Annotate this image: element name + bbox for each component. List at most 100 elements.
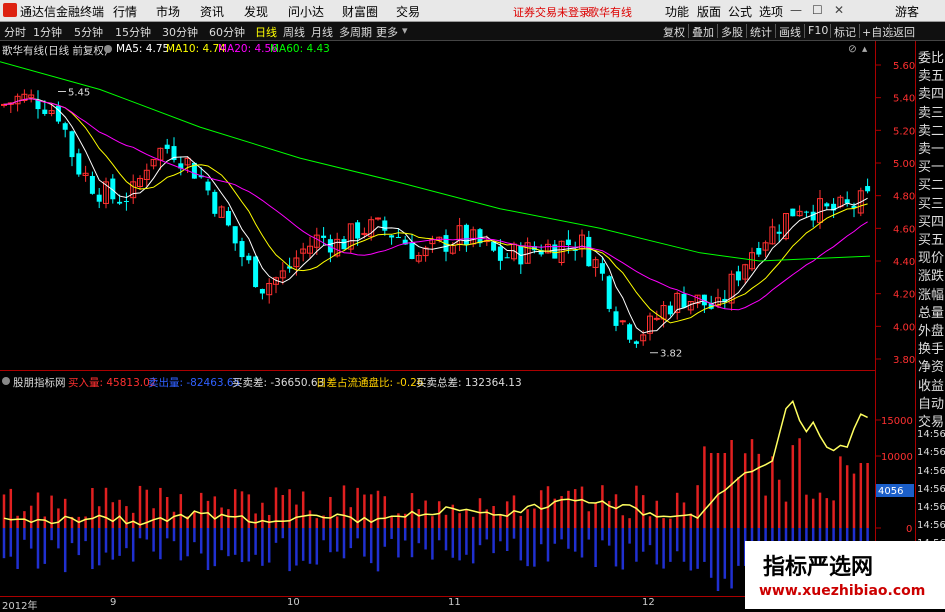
- candle-body: [790, 208, 796, 217]
- maximize-icon[interactable]: ☐: [812, 3, 823, 17]
- candle-body: [389, 235, 395, 238]
- period-week[interactable]: 周线: [283, 24, 305, 40]
- high-label: 5.45: [68, 88, 90, 99]
- side-item-0[interactable]: 委比: [918, 47, 944, 66]
- guest-label[interactable]: 游客: [895, 3, 919, 20]
- period-60min[interactable]: 60分钟: [209, 24, 245, 40]
- app-logo-icon: [3, 3, 17, 17]
- ma20-label: MA20: 4.56: [218, 43, 278, 55]
- candle-body: [803, 211, 809, 213]
- btn-huaxian[interactable]: 画线: [779, 24, 801, 40]
- candle-body: [62, 123, 68, 130]
- period-month[interactable]: 月线: [311, 24, 333, 40]
- menu-wenxiaoda[interactable]: 问小达: [288, 3, 324, 20]
- candle-body: [355, 222, 361, 239]
- side-item-3[interactable]: 卖三: [918, 102, 944, 121]
- candle-body: [810, 211, 816, 221]
- price-tick-label: 5.00: [893, 159, 915, 170]
- candle-body: [586, 236, 592, 267]
- side-item-1[interactable]: 卖五: [918, 65, 944, 84]
- indicator-total-label: 买卖总差: 132364.13: [416, 377, 522, 389]
- menu-faxian[interactable]: 发现: [244, 3, 268, 20]
- side-item-21[interactable]: 14:56: [917, 429, 945, 440]
- indicator-settings-icon[interactable]: [2, 375, 10, 387]
- side-item-5[interactable]: 卖一: [918, 138, 944, 157]
- candle-body: [232, 226, 238, 244]
- side-item-19[interactable]: 自动: [918, 393, 944, 412]
- side-item-11[interactable]: 现价: [918, 247, 944, 266]
- indicator-chart[interactable]: [0, 372, 875, 598]
- menu-caifuquan[interactable]: 财富圈: [342, 3, 378, 20]
- menu-gongneng[interactable]: 功能: [665, 3, 689, 20]
- period-1min[interactable]: 1分钟: [33, 24, 62, 40]
- minimize-icon[interactable]: —: [790, 3, 802, 17]
- menu-shichang[interactable]: 市场: [156, 3, 180, 20]
- btn-diejia[interactable]: 叠加: [692, 24, 714, 40]
- indicator-ratio-label: 日差占流通盘比: -0.26: [316, 377, 424, 389]
- period-5min[interactable]: 5分钟: [74, 24, 103, 40]
- btn-f10[interactable]: F10: [808, 24, 828, 37]
- btn-tongji[interactable]: 统计: [750, 24, 772, 40]
- date-label: 10: [287, 597, 300, 608]
- menu-gongshi[interactable]: 公式: [728, 3, 752, 20]
- period-fenshi[interactable]: 分时: [4, 24, 26, 40]
- kline-chart[interactable]: 5.45 3.82: [0, 41, 875, 371]
- side-item-2[interactable]: 卖四: [918, 83, 944, 102]
- side-item-25[interactable]: 14:56: [917, 502, 945, 513]
- candle-body: [239, 241, 245, 258]
- side-item-22[interactable]: 14:56: [917, 447, 945, 458]
- toolbar-divider: [775, 24, 776, 38]
- period-30min[interactable]: 30分钟: [162, 24, 198, 40]
- menu-hangqing[interactable]: 行情: [113, 3, 137, 20]
- side-item-14[interactable]: 总量: [918, 302, 944, 321]
- price-tick-label: 4.00: [893, 322, 915, 333]
- period-day[interactable]: 日线: [255, 24, 277, 40]
- side-item-16[interactable]: 换手: [918, 338, 944, 357]
- side-item-12[interactable]: 涨跌: [918, 265, 944, 284]
- side-item-7[interactable]: 买二: [918, 174, 944, 193]
- side-item-6[interactable]: 买一: [918, 156, 944, 175]
- app-name: 通达信金融终端: [20, 5, 105, 19]
- menu-banmian[interactable]: 版面: [697, 3, 721, 20]
- indicator-panel[interactable]: 股朋指标网 买入量: 45813.02 卖出量: -82463.65 买卖差: …: [0, 372, 875, 598]
- side-item-15[interactable]: 外盘: [918, 320, 944, 339]
- side-item-20[interactable]: 交易: [918, 411, 944, 430]
- menu-xuanxiang[interactable]: 选项: [759, 3, 783, 20]
- btn-biaoji[interactable]: 标记: [834, 24, 856, 40]
- date-label: 12: [642, 597, 655, 608]
- menu-jiaoyi[interactable]: 交易: [396, 3, 420, 20]
- ind-tick-label: 10000: [881, 452, 913, 463]
- period-more[interactable]: 更多: [376, 24, 398, 40]
- candle-body: [259, 288, 265, 294]
- period-multi[interactable]: 多周期: [339, 24, 372, 40]
- chart-menu-icon[interactable]: ▴: [862, 43, 867, 55]
- side-item-8[interactable]: 买三: [918, 193, 944, 212]
- side-item-23[interactable]: 14:56: [917, 466, 945, 477]
- btn-fuquan[interactable]: 复权: [663, 24, 685, 40]
- side-item-18[interactable]: 收益: [918, 375, 944, 394]
- chart-pin-icon[interactable]: ⊘: [848, 43, 857, 55]
- side-item-26[interactable]: 14:56: [917, 520, 945, 531]
- btn-duogu[interactable]: 多股: [721, 24, 743, 40]
- side-item-13[interactable]: 涨幅: [918, 284, 944, 303]
- ma5-line: [3, 98, 868, 334]
- period-15min[interactable]: 15分钟: [115, 24, 151, 40]
- menu-zixun[interactable]: 资讯: [200, 3, 224, 20]
- side-item-10[interactable]: 买五: [918, 229, 944, 248]
- close-icon[interactable]: ✕: [834, 3, 844, 17]
- low-label: 3.82: [660, 349, 682, 360]
- btn-fanhui[interactable]: 返回: [893, 24, 915, 40]
- side-item-4[interactable]: 卖二: [918, 120, 944, 139]
- candle-body: [653, 317, 660, 320]
- quote-side-panel[interactable]: 委比 卖五 卖四 卖三 卖二 卖一 买一 买二 买三 买四 买五 现价 涨跌 涨幅 总量 外盘 换手 净资 收益 自动…: [915, 41, 945, 596]
- title-bar: 通达信金融终端 行情 市场 资讯 发现 问小达 财富圈 交易 证券交易未登录 歌…: [0, 0, 945, 22]
- candle-body: [756, 248, 762, 255]
- side-item-9[interactable]: 买四: [918, 211, 944, 230]
- chart-settings-icon[interactable]: [104, 43, 112, 55]
- more-chevron-icon[interactable]: ▾: [402, 24, 408, 37]
- kline-panel[interactable]: 5.45 3.82 歌华有线(日线 前复权) MA5: 4.75 MA10: 4.…: [0, 41, 875, 371]
- side-item-17[interactable]: 净资: [918, 356, 944, 375]
- price-tick-label: 4.60: [893, 224, 915, 235]
- side-item-24[interactable]: 14:56: [917, 484, 945, 495]
- toolbar-divider: [889, 24, 890, 38]
